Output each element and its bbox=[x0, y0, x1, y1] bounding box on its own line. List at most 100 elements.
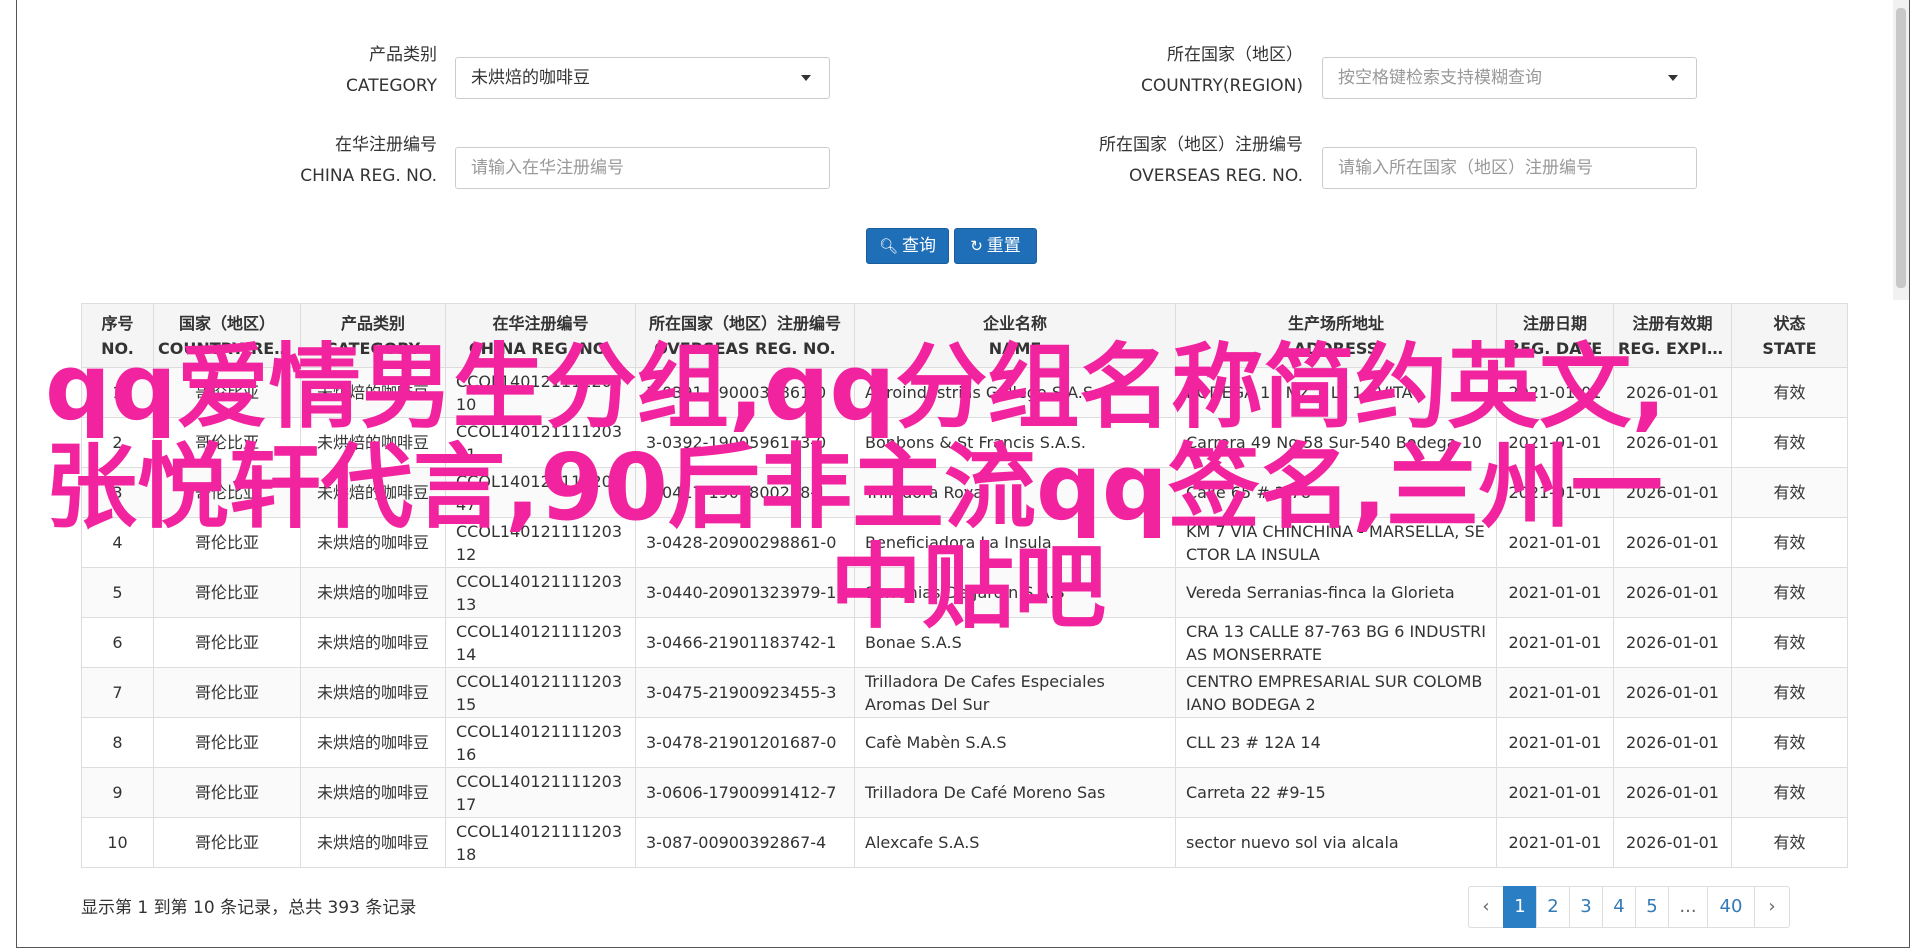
cell-category: 未烘焙的咖啡豆 bbox=[300, 467, 446, 518]
next-page-button[interactable]: › bbox=[1754, 886, 1790, 928]
cell-address: KM 7 VIA CHINCHINA - MARSELLA, SECTOR LA… bbox=[1175, 517, 1497, 568]
cell-china-reg: CCOL140121111203 16 bbox=[445, 717, 636, 768]
overseas-reg-label-en: OVERSEAS REG. NO. bbox=[1129, 166, 1303, 186]
cell-country: 哥伦比亚 bbox=[153, 567, 301, 618]
cell-name: Cafè Mabèn S.A.S bbox=[854, 717, 1176, 768]
cell-address: BODEGA 11 MZ 1 LT 1 AVITA bbox=[1175, 367, 1497, 418]
cell-no: 2 bbox=[81, 417, 154, 468]
cell-country: 哥伦比亚 bbox=[153, 617, 301, 668]
overseas-reg-label: 所在国家（地区）注册编号 OVERSEAS REG. NO. bbox=[1040, 130, 1303, 192]
column-header-en: COUNTRY(REGIO... bbox=[158, 338, 296, 358]
column-header-cn: 注册有效期 bbox=[1632, 313, 1713, 333]
search-button-label: 查询 bbox=[902, 236, 937, 256]
cell-expire: 2026-01-01 bbox=[1613, 567, 1732, 618]
column-header: 状态 STATE bbox=[1731, 303, 1848, 368]
search-button[interactable]: 🔍︎ 查询 bbox=[866, 228, 949, 264]
column-header-en: ADDRESS bbox=[1293, 338, 1379, 358]
cell-name: Agroindustrias Gallego S.A.S bbox=[854, 367, 1176, 418]
cell-china-reg: CCOL140121111203 18 bbox=[445, 817, 636, 868]
column-header-cn: 注册日期 bbox=[1522, 313, 1587, 333]
cell-state: 有效 bbox=[1731, 717, 1848, 768]
cell-category: 未烘焙的咖啡豆 bbox=[300, 817, 446, 868]
cell-reg-date: 2021-01-01 bbox=[1496, 517, 1614, 568]
overseas-reg-label-cn: 所在国家（地区）注册编号 bbox=[1099, 135, 1303, 155]
cell-address: Carrera 49 No 58 Sur-540 Bodega 10 bbox=[1175, 417, 1497, 468]
overseas-reg-input[interactable]: 请输入所在国家（地区）注册编号 bbox=[1322, 147, 1697, 189]
column-header-en: OVERSEAS REG. NO. bbox=[654, 338, 836, 358]
page-5[interactable]: 5 bbox=[1635, 886, 1669, 928]
table-header: 序号 NO. 国家（地区） COUNTRY(REGIO... 产品类别 CATEGORY 在… bbox=[81, 303, 1848, 368]
page-4[interactable]: 4 bbox=[1602, 886, 1636, 928]
china-reg-placeholder: 请输入在华注册编号 bbox=[471, 158, 624, 178]
cell-no: 3 bbox=[81, 467, 154, 518]
column-header-cn: 序号 bbox=[101, 313, 134, 333]
cell-country: 哥伦比亚 bbox=[153, 767, 301, 818]
cell-category: 未烘焙的咖啡豆 bbox=[300, 667, 446, 718]
cell-expire: 2026-01-01 bbox=[1613, 467, 1732, 518]
cell-category: 未烘焙的咖啡豆 bbox=[300, 567, 446, 618]
category-label-en: CATEGORY bbox=[346, 76, 437, 96]
page-40[interactable]: 40 bbox=[1707, 886, 1755, 928]
column-header-cn: 国家（地区） bbox=[178, 313, 275, 333]
table-row: 5 哥伦比亚 未烘焙的咖啡豆 CCOL140121111203 13 3-0440-20… bbox=[81, 567, 1848, 618]
cell-name: Bonbons & St Francis S.A.S. bbox=[854, 417, 1176, 468]
country-select[interactable]: 按空格键检索支持模糊查询 bbox=[1322, 57, 1697, 99]
china-reg-input[interactable]: 请输入在华注册编号 bbox=[455, 147, 830, 189]
column-header-en: STATE bbox=[1762, 338, 1817, 358]
china-reg-label-en: CHINA REG. NO. bbox=[300, 166, 437, 186]
cell-overseas-reg: 3-0478-21901201687-0 bbox=[635, 717, 855, 768]
reset-button-label: 重置 bbox=[986, 236, 1021, 256]
cell-state: 有效 bbox=[1731, 767, 1848, 818]
column-header-cn: 产品类别 bbox=[340, 313, 405, 333]
scrollbar-track[interactable] bbox=[1893, 0, 1909, 300]
table-row: 4 哥伦比亚 未烘焙的咖啡豆 CCOL140121111203 12 3-0428-20… bbox=[81, 517, 1848, 568]
cell-china-reg: CCOL140121111203 12 bbox=[445, 517, 636, 568]
cell-china-reg: CCOL140121111203 11 bbox=[445, 417, 636, 468]
cell-no: 6 bbox=[81, 617, 154, 668]
cell-name: Bonae S.A.S bbox=[854, 617, 1176, 668]
cell-no: 8 bbox=[81, 717, 154, 768]
cell-state: 有效 bbox=[1731, 467, 1848, 518]
cell-expire: 2026-01-01 bbox=[1613, 367, 1732, 418]
country-label: 所在国家（地区） COUNTRY(REGION) bbox=[1040, 40, 1303, 102]
cell-country: 哥伦比亚 bbox=[153, 817, 301, 868]
cell-address: CLL 23 # 12A 14 bbox=[1175, 717, 1497, 768]
column-header-cn: 在华注册编号 bbox=[492, 313, 589, 333]
china-reg-label-cn: 在华注册编号 bbox=[335, 135, 437, 155]
pagination-summary: 显示第 1 到第 10 条记录，总共 393 条记录 bbox=[81, 898, 417, 918]
country-label-en: COUNTRY(REGION) bbox=[1140, 76, 1303, 96]
prev-page-button[interactable]: ‹ bbox=[1468, 886, 1504, 928]
refresh-icon: ↻ bbox=[970, 237, 983, 255]
cell-state: 有效 bbox=[1731, 367, 1848, 418]
table-row: 7 哥伦比亚 未烘焙的咖啡豆 CCOL140121111203 15 3-0475-21… bbox=[81, 667, 1848, 718]
column-header: 国家（地区） COUNTRY(REGIO... bbox=[153, 303, 301, 368]
page-1[interactable]: 1 bbox=[1503, 886, 1537, 928]
cell-no: 4 bbox=[81, 517, 154, 568]
table-body: 1 哥伦比亚 未烘焙的咖啡豆 CCOL140121111203 10 3-0391-99… bbox=[81, 367, 1848, 868]
cell-overseas-reg: 3-087-00900392867-4 bbox=[635, 817, 855, 868]
cell-overseas-reg: 3-0391-9900036861-0 bbox=[635, 367, 855, 418]
cell-reg-date: 2021-01-01 bbox=[1496, 467, 1614, 518]
cell-expire: 2026-01-01 bbox=[1613, 667, 1732, 718]
scrollbar-thumb[interactable] bbox=[1896, 8, 1906, 288]
table-row: 2 哥伦比亚 未烘焙的咖啡豆 CCOL140121111203 11 3-0392-19… bbox=[81, 417, 1848, 468]
table-row: 9 哥伦比亚 未烘焙的咖啡豆 CCOL140121111203 17 3-0606-17… bbox=[81, 767, 1848, 818]
page-2[interactable]: 2 bbox=[1536, 886, 1570, 928]
table-row: 8 哥伦比亚 未烘焙的咖啡豆 CCOL140121111203 16 3-0478-21… bbox=[81, 717, 1848, 768]
cell-overseas-reg: 3-0606-17900991412-7 bbox=[635, 767, 855, 818]
reset-button[interactable]: ↻ 重置 bbox=[954, 228, 1037, 264]
column-header: 生产场所地址 ADDRESS bbox=[1175, 303, 1497, 368]
cell-reg-date: 2021-01-01 bbox=[1496, 567, 1614, 618]
cell-overseas-reg: 3-0417-1900800218-1 bbox=[635, 467, 855, 518]
cell-name: Trilladora De Café Moreno Sas bbox=[854, 767, 1176, 818]
cell-address: sector nuevo sol via alcala bbox=[1175, 817, 1497, 868]
category-select[interactable]: 未烘焙的咖啡豆 bbox=[455, 57, 830, 99]
cell-china-reg: CCOL140121111203 13 bbox=[445, 567, 636, 618]
cell-address: CENTRO EMPRESARIAL SUR COLOMBIANO BODEGA… bbox=[1175, 667, 1497, 718]
page-3[interactable]: 3 bbox=[1569, 886, 1603, 928]
column-header: 产品类别 CATEGORY bbox=[300, 303, 446, 368]
cell-state: 有效 bbox=[1731, 667, 1848, 718]
cell-address: CRA 13 CALLE 87-763 BG 6 INDUSTRIAS MONS… bbox=[1175, 617, 1497, 668]
cell-no: 9 bbox=[81, 767, 154, 818]
table-header-row: 序号 NO. 国家（地区） COUNTRY(REGIO... 产品类别 CATEGORY 在… bbox=[81, 303, 1848, 368]
